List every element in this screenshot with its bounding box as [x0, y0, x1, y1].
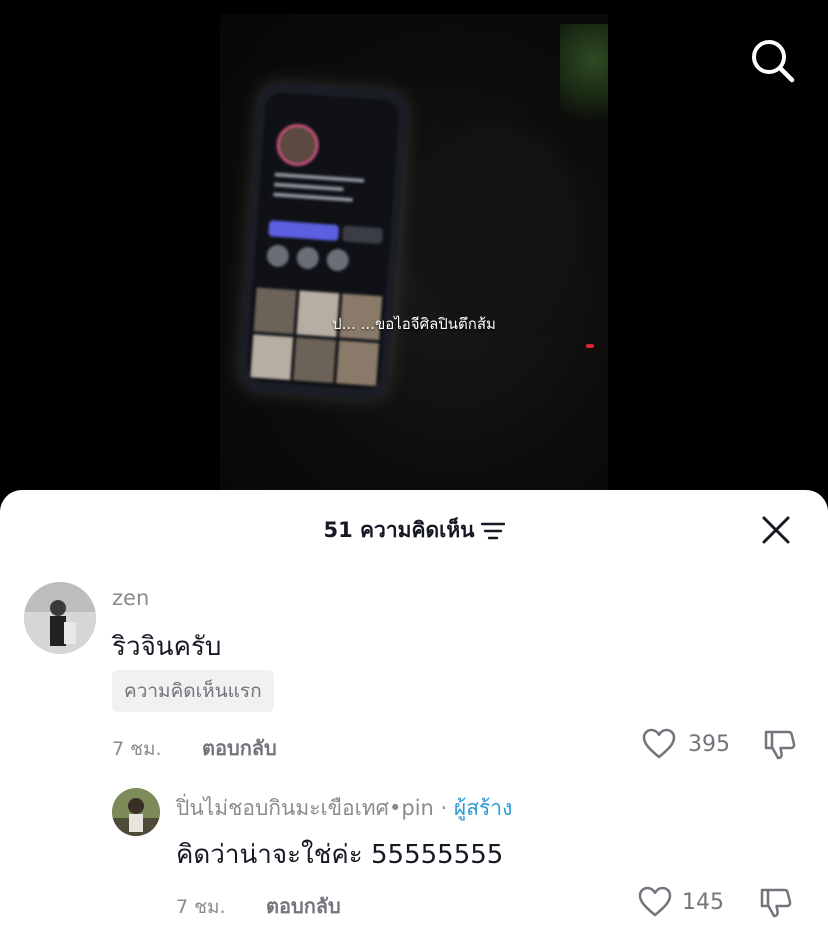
reply-username[interactable]: ปิ่นไม่ชอบกินมะเขือเทศ•pin: [176, 796, 434, 820]
avatar[interactable]: [24, 582, 96, 654]
search-icon: [752, 40, 795, 83]
like-count: 395: [688, 732, 730, 757]
reply-time: 7 ชม.: [176, 896, 226, 918]
close-button[interactable]: [760, 514, 792, 546]
thumbs-down-icon[interactable]: [758, 884, 794, 920]
background-tree: [560, 24, 608, 144]
reply-button[interactable]: ตอบกลับ: [266, 890, 341, 922]
video-frame[interactable]: ป... ...ขอไอจีศิลปินตึกส้ม: [220, 14, 608, 500]
video-area[interactable]: ป... ...ขอไอจีศิลปินตึกส้ม: [0, 0, 828, 500]
comment-time: 7 ชม.: [112, 738, 162, 760]
like-count: 145: [682, 890, 724, 915]
reply-username-line: ปิ่นไม่ชอบกินมะเขือเทศ•pin · ผู้สร้าง: [176, 792, 512, 825]
avatar[interactable]: [112, 788, 160, 836]
comments-title: 51 ความคิดเห็น: [323, 518, 475, 542]
phone-in-video: [237, 81, 409, 401]
creator-label: ผู้สร้าง: [453, 796, 513, 820]
comments-sheet: 51 ความคิดเห็น zen ริวจินครับ ความคิดเห็…: [0, 490, 828, 932]
comment-text: ริวจินครับ: [112, 632, 222, 662]
reply-text: คิดว่าน่าจะใช่ค่ะ 55555555: [176, 840, 504, 870]
sort-icon[interactable]: [480, 521, 505, 541]
person-silhouette: [410, 124, 580, 334]
first-comment-badge: ความคิดเห็นแรก: [112, 670, 274, 712]
red-light: [586, 344, 594, 348]
heart-icon[interactable]: [638, 886, 672, 918]
thumbs-down-icon[interactable]: [762, 726, 798, 762]
close-icon: [762, 516, 790, 544]
search-button[interactable]: [748, 36, 796, 84]
comments-header: 51 ความคิดเห็น: [0, 490, 828, 570]
separator-dot: ·: [440, 796, 448, 820]
comments-title-wrap: 51 ความคิดเห็น: [0, 514, 828, 547]
reply-button[interactable]: ตอบกลับ: [202, 732, 277, 764]
video-caption: ป... ...ขอไอจีศิลปินตึกส้ม: [332, 315, 496, 333]
comment-username[interactable]: zen: [112, 586, 149, 610]
heart-icon[interactable]: [642, 728, 676, 760]
